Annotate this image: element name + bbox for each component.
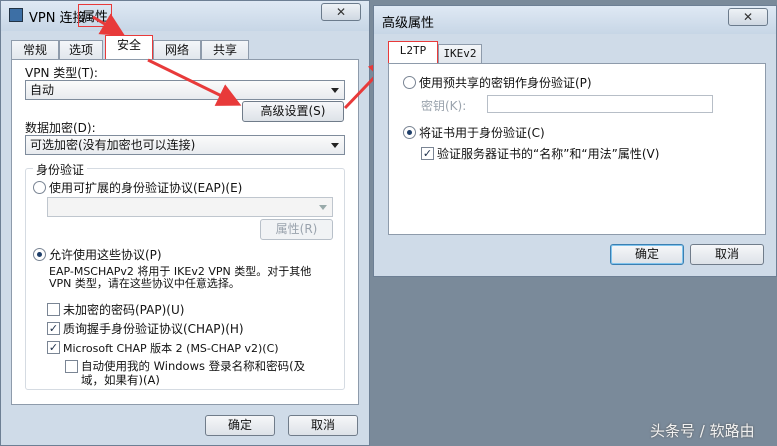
cancel-button[interactable]: 取消 — [690, 244, 764, 265]
arrow-to-security-tab — [92, 13, 126, 37]
cert-radio-label: 将证书用于身份验证(C) — [419, 126, 545, 140]
watermark: 头条号 / 软路由 — [650, 422, 755, 440]
key-input[interactable] — [487, 95, 713, 113]
tab-l2tp[interactable]: L2TP — [388, 41, 438, 65]
dialog-title: 高级属性 — [382, 16, 435, 31]
arrow-to-advanced-button — [147, 58, 242, 106]
ok-button[interactable]: 确定 — [610, 244, 684, 265]
verify-cert-label: 验证服务器证书的“名称”和“用法”属性(V) — [437, 147, 660, 161]
psk-radio[interactable] — [403, 76, 416, 89]
verify-cert-checkbox[interactable]: ✓ — [421, 147, 434, 160]
psk-radio-label: 使用预共享的密钥作身份验证(P) — [419, 76, 592, 90]
title-bar — [374, 6, 776, 34]
cert-radio[interactable] — [403, 126, 416, 139]
tab-ikev2[interactable]: IKEv2 — [438, 44, 482, 64]
key-label: 密钥(K): — [421, 99, 467, 113]
advanced-properties-dialog: 高级属性 ✕ L2TP IKEv2 使用预共享的密钥作身份验证(P) 密钥(K)… — [373, 5, 777, 277]
close-button[interactable]: ✕ — [728, 8, 768, 26]
